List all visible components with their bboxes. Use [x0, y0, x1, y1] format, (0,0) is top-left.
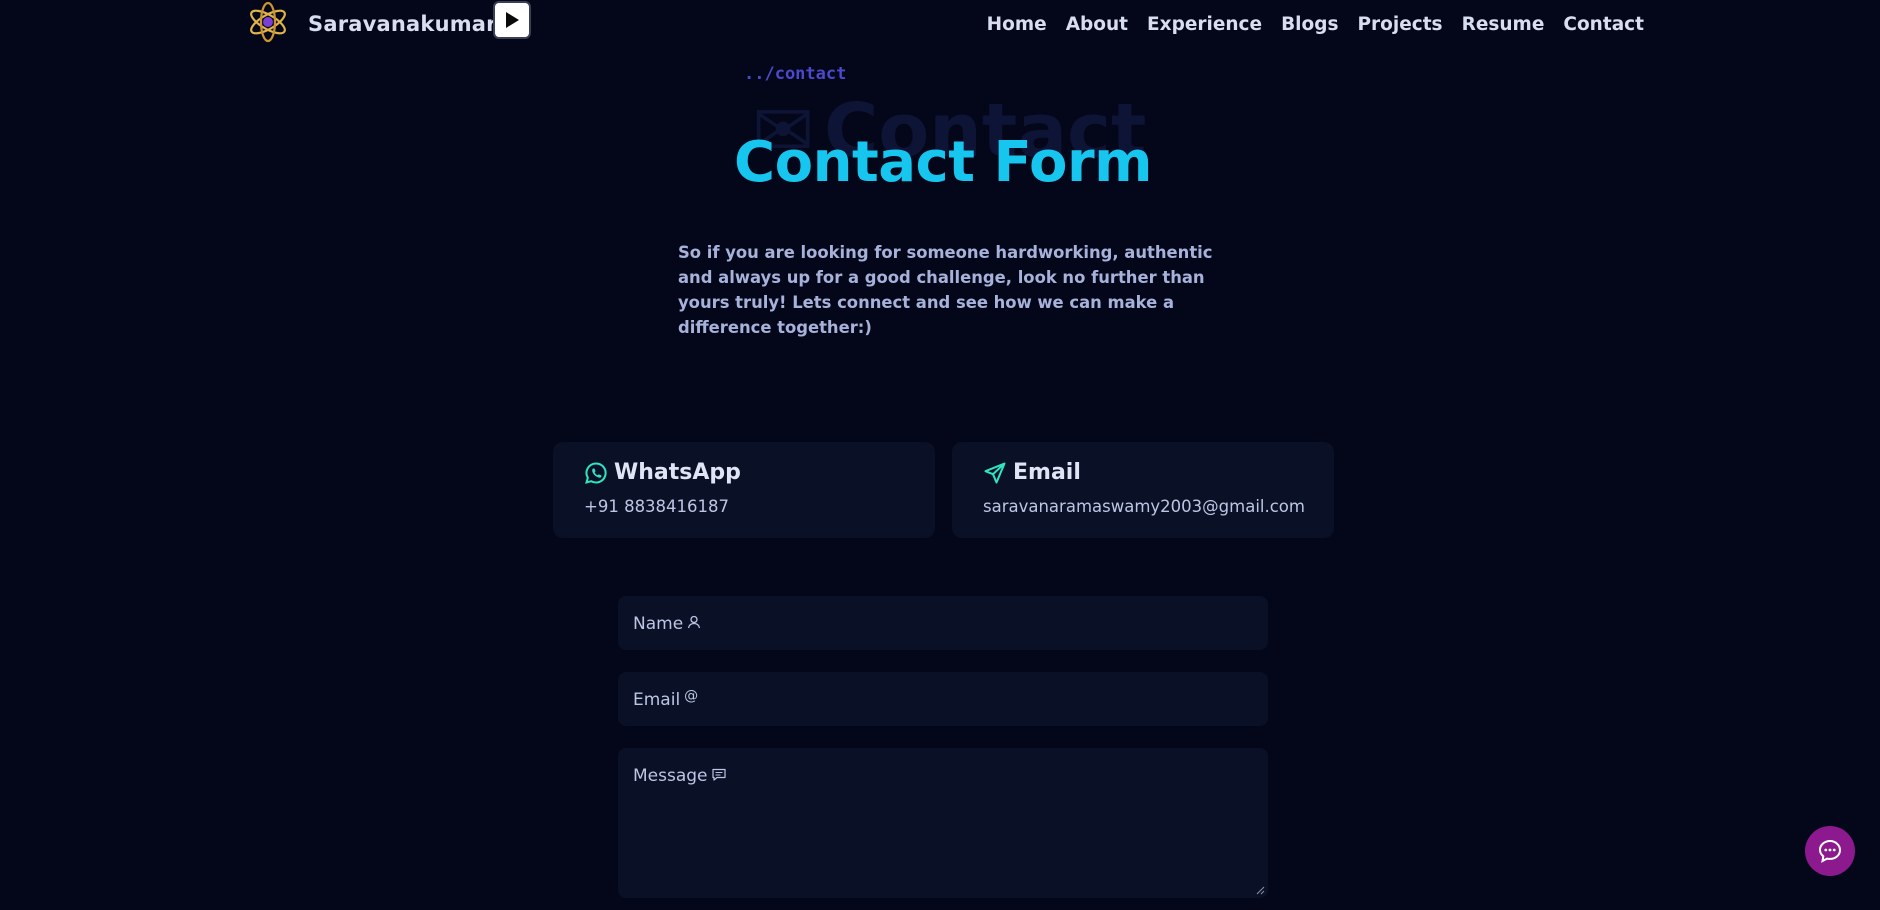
- whatsapp-number: +91 8838416187: [584, 497, 730, 516]
- message-icon: [711, 768, 726, 781]
- breadcrumb: ../contact: [744, 64, 847, 84]
- name-field[interactable]: Name: [618, 596, 1268, 650]
- message-field[interactable]: Message: [618, 748, 1268, 898]
- email-label: Email: [1013, 460, 1081, 485]
- play-button[interactable]: [493, 1, 531, 39]
- email-field[interactable]: Email @: [618, 672, 1268, 726]
- chat-button[interactable]: [1805, 826, 1855, 876]
- whatsapp-icon: [585, 461, 607, 484]
- whatsapp-card-header: WhatsApp: [584, 460, 904, 485]
- atom-logo-icon[interactable]: [246, 0, 290, 44]
- whatsapp-card[interactable]: WhatsApp +91 8838416187: [553, 442, 935, 538]
- email-field-label: Email: [633, 690, 681, 710]
- email-card[interactable]: Email saravanaramaswamy2003@gmail.com: [952, 442, 1334, 538]
- at-sign-icon: @: [684, 688, 699, 704]
- user-icon: [688, 615, 701, 629]
- email-card-header: Email: [983, 460, 1303, 485]
- name-field-label: Name: [633, 614, 684, 634]
- message-field-label: Message: [633, 766, 708, 786]
- resize-handle-icon[interactable]: [1255, 885, 1265, 895]
- whatsapp-label: WhatsApp: [614, 460, 741, 485]
- brand-name[interactable]: Saravanakumar: [308, 12, 497, 36]
- nav-experience[interactable]: Experience: [1147, 14, 1262, 35]
- send-icon: [984, 462, 1006, 483]
- page-title: Contact Form: [734, 130, 1152, 195]
- nav-resume[interactable]: Resume: [1462, 14, 1545, 35]
- nav-contact[interactable]: Contact: [1563, 14, 1644, 35]
- chat-bubble-icon: [1818, 839, 1842, 863]
- nav-blogs[interactable]: Blogs: [1281, 14, 1338, 35]
- nav-home[interactable]: Home: [987, 14, 1047, 35]
- main-nav: Home About Experience Blogs Projects Res…: [987, 14, 1644, 35]
- intro-text: So if you are looking for someone hardwo…: [678, 243, 1213, 337]
- play-icon: [506, 12, 519, 28]
- email-address: saravanaramaswamy2003@gmail.com: [983, 497, 1305, 516]
- nav-about[interactable]: About: [1066, 14, 1128, 35]
- nav-projects[interactable]: Projects: [1357, 14, 1442, 35]
